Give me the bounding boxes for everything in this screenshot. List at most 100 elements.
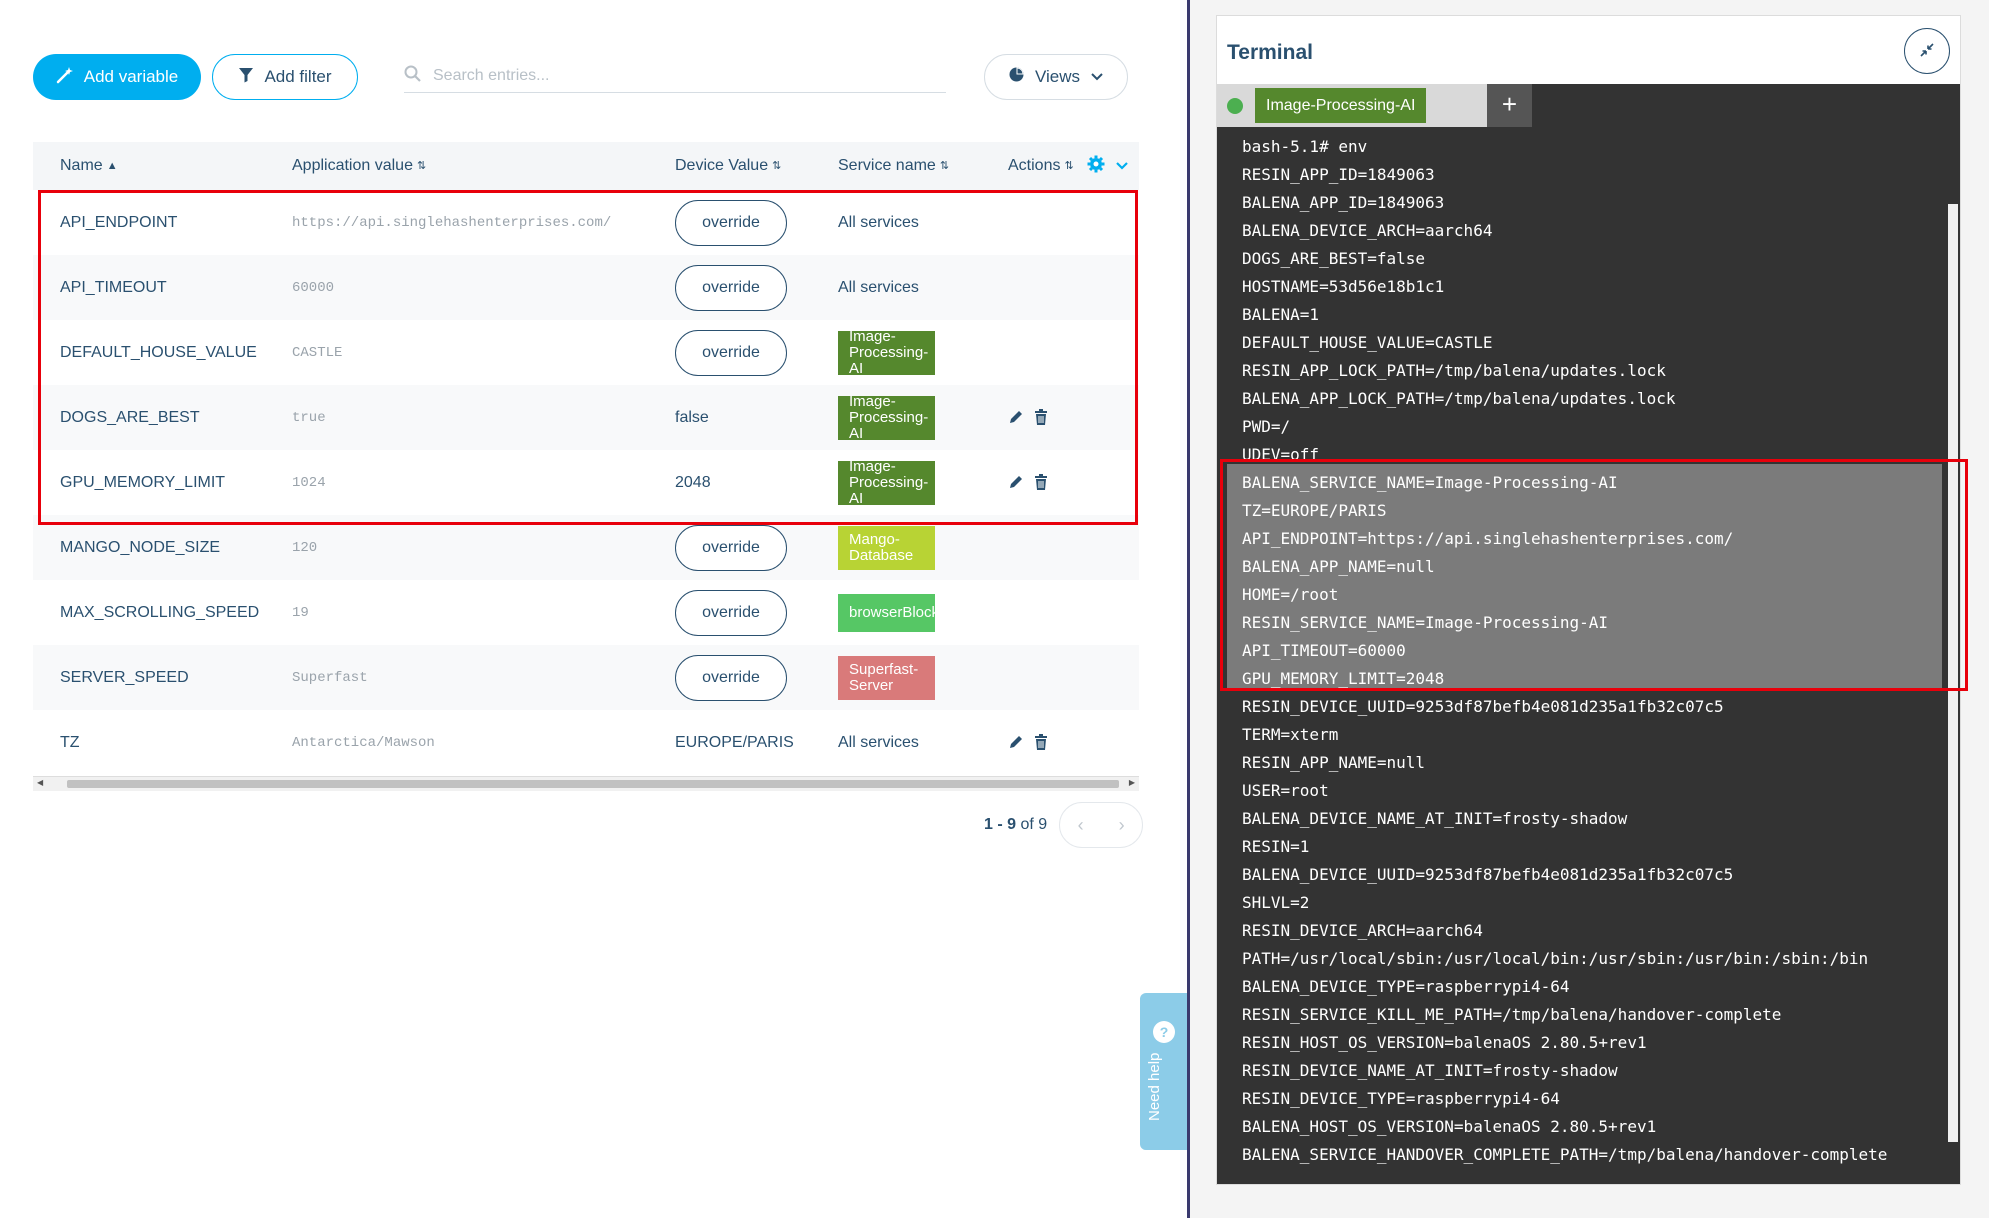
service-cell: Mango-Database bbox=[838, 515, 935, 580]
column-header-service-name-label: Service name bbox=[838, 157, 936, 174]
scrollbar-thumb[interactable] bbox=[67, 780, 1119, 788]
table-row[interactable]: API_ENDPOINT https://api.singlehashenterp… bbox=[33, 190, 1139, 255]
terminal-title: Terminal bbox=[1227, 41, 1313, 64]
terminal-line: RESIN_SERVICE_NAME=Image-Processing-AI bbox=[1242, 613, 1609, 632]
service-cell: browserBlock bbox=[838, 580, 939, 645]
terminal-line: RESIN_DEVICE_TYPE=raspberrypi4-64 bbox=[1242, 1089, 1560, 1108]
search-input[interactable] bbox=[431, 66, 915, 86]
override-button[interactable]: override bbox=[675, 264, 787, 311]
actions-cell bbox=[1008, 385, 1050, 450]
application-value: true bbox=[292, 409, 326, 426]
device-value: EUROPE/PARIS bbox=[675, 733, 794, 751]
pencil-icon[interactable] bbox=[1008, 734, 1024, 752]
column-header-name[interactable]: Name ▲ bbox=[60, 157, 118, 175]
terminal-line: BALENA_HOST_OS_VERSION=balenaOS 2.80.5+r… bbox=[1242, 1117, 1657, 1136]
chevron-down-icon bbox=[1115, 158, 1129, 176]
terminal-line: RESIN=1 bbox=[1242, 837, 1310, 856]
terminal-line: BALENA_DEVICE_NAME_AT_INIT=frosty-shadow bbox=[1242, 809, 1628, 828]
column-header-service-name[interactable]: Service name ⇅ bbox=[838, 157, 949, 175]
application-value: 120 bbox=[292, 539, 318, 556]
service-name: All services bbox=[838, 278, 919, 296]
column-settings-button[interactable] bbox=[1087, 155, 1129, 178]
table-row[interactable]: GPU_MEMORY_LIMIT 1024 2048 Image-Processing… bbox=[33, 450, 1139, 515]
device-value-cell: override bbox=[675, 515, 787, 580]
magic-wand-icon bbox=[56, 66, 74, 89]
terminal-line: RESIN_HOST_OS_VERSION=balenaOS 2.80.5+re… bbox=[1242, 1033, 1647, 1052]
trash-icon[interactable] bbox=[1034, 473, 1050, 492]
terminal-panel: Terminal Image-Processing-AI + bash-5.1#… bbox=[1190, 0, 1989, 1218]
column-header-device-value[interactable]: Device Value ⇅ bbox=[675, 157, 781, 175]
terminal-output[interactable]: bash-5.1# env RESIN_APP_ID=1849063 BALENA_… bbox=[1242, 133, 1887, 1169]
terminal-line: TZ=EUROPE/PARIS bbox=[1242, 501, 1387, 520]
actions-cell bbox=[1008, 450, 1050, 515]
scroll-left-icon[interactable]: ◀ bbox=[37, 778, 43, 787]
device-value-cell: override bbox=[675, 645, 787, 710]
chevron-right-icon[interactable]: › bbox=[1119, 815, 1125, 836]
table-row[interactable]: MANGO_NODE_SIZE 120 override Mango-Database bbox=[33, 515, 1139, 580]
need-help-tab[interactable]: ? Need help bbox=[1140, 993, 1187, 1150]
device-value-cell: override bbox=[675, 320, 787, 385]
terminal-tab[interactable]: Image-Processing-AI bbox=[1255, 88, 1427, 123]
collapse-terminal-button[interactable] bbox=[1904, 28, 1950, 74]
column-header-actions[interactable]: Actions ⇅ bbox=[1008, 157, 1074, 175]
service-name: All services bbox=[838, 733, 919, 751]
terminal-line: API_ENDPOINT=https://api.singlehashenter… bbox=[1242, 529, 1734, 548]
chevron-left-icon[interactable]: ‹ bbox=[1078, 815, 1084, 836]
table-row[interactable]: SERVER_SPEED Superfast override Superfast-S… bbox=[33, 645, 1139, 710]
table-row[interactable]: MAX_SCROLLING_SPEED 19 override browserBloc… bbox=[33, 580, 1139, 645]
table-row[interactable]: DEFAULT_HOUSE_VALUE CASTLE override Image-P… bbox=[33, 320, 1139, 385]
override-button[interactable]: override bbox=[675, 199, 787, 246]
trash-icon[interactable] bbox=[1034, 408, 1050, 427]
horizontal-scrollbar[interactable]: ◀ ▶ bbox=[33, 776, 1139, 791]
terminal-scrollbar[interactable] bbox=[1948, 204, 1958, 1142]
pencil-icon[interactable] bbox=[1008, 409, 1024, 427]
table-body: API_ENDPOINT https://api.singlehashenterp… bbox=[33, 190, 1139, 775]
sort-icon: ⇅ bbox=[1064, 159, 1074, 172]
table-row[interactable]: API_TIMEOUT 60000 override All services bbox=[33, 255, 1139, 320]
add-filter-label: Add filter bbox=[264, 67, 332, 86]
pencil-icon[interactable] bbox=[1008, 474, 1024, 492]
variable-name: DEFAULT_HOUSE_VALUE bbox=[60, 343, 257, 361]
column-header-application-value[interactable]: Application value ⇅ bbox=[292, 157, 426, 175]
collapse-icon bbox=[1920, 42, 1934, 60]
terminal-line: RESIN_DEVICE_NAME_AT_INIT=frosty-shadow bbox=[1242, 1061, 1618, 1080]
terminal-line: RESIN_DEVICE_UUID=9253df87befb4e081d235a… bbox=[1242, 697, 1724, 716]
terminal-line: BALENA_DEVICE_UUID=9253df87befb4e081d235… bbox=[1242, 865, 1734, 884]
device-value-cell: override bbox=[675, 190, 787, 255]
variable-name: GPU_MEMORY_LIMIT bbox=[60, 473, 226, 491]
views-label: Views bbox=[1034, 67, 1081, 86]
override-button[interactable]: override bbox=[675, 654, 787, 701]
terminal-body[interactable]: Image-Processing-AI + bash-5.1# env RESIN… bbox=[1217, 84, 1960, 1184]
terminal-line: RESIN_APP_ID=1849063 bbox=[1242, 165, 1435, 184]
column-header-actions-label: Actions bbox=[1008, 157, 1061, 174]
terminal-line: BALENA_DEVICE_ARCH=aarch64 bbox=[1242, 221, 1493, 240]
add-variable-label: Add variable bbox=[83, 67, 179, 86]
new-terminal-tab-button[interactable]: + bbox=[1487, 84, 1532, 127]
pie-chart-icon bbox=[1008, 66, 1025, 88]
add-filter-button[interactable]: Add filter bbox=[212, 54, 358, 100]
override-button[interactable]: override bbox=[675, 589, 787, 636]
table-header: Name ▲ Application value ⇅ Device Value … bbox=[33, 142, 1139, 190]
trash-icon[interactable] bbox=[1034, 733, 1050, 752]
application-value: Antarctica/Mawson bbox=[292, 734, 435, 751]
override-button[interactable]: override bbox=[675, 329, 787, 376]
service-tag: Superfast-Server bbox=[838, 655, 935, 700]
chevron-down-icon bbox=[1090, 67, 1104, 87]
table-row[interactable]: DOGS_ARE_BEST true false Image-Processing-A… bbox=[33, 385, 1139, 450]
add-variable-button[interactable]: Add variable bbox=[33, 54, 201, 100]
variable-name: API_ENDPOINT bbox=[60, 213, 178, 231]
scroll-right-icon[interactable]: ▶ bbox=[1129, 778, 1135, 787]
table-row[interactable]: TZ Antarctica/Mawson EUROPE/PARIS All servi… bbox=[33, 710, 1139, 775]
terminal-line: PATH=/usr/local/sbin:/usr/local/bin:/usr… bbox=[1242, 949, 1869, 968]
views-button[interactable]: Views bbox=[984, 54, 1128, 100]
service-cell: Superfast-Server bbox=[838, 645, 935, 710]
terminal-line: BALENA_DEVICE_TYPE=raspberrypi4-64 bbox=[1242, 977, 1570, 996]
variable-name: SERVER_SPEED bbox=[60, 668, 189, 686]
variable-name: MANGO_NODE_SIZE bbox=[60, 538, 221, 556]
override-button[interactable]: override bbox=[675, 524, 787, 571]
env-variables-panel: Add variable Add filter Views Name ▲ App… bbox=[0, 0, 1187, 1218]
variables-table: Name ▲ Application value ⇅ Device Value … bbox=[33, 142, 1139, 775]
terminal-line: BALENA_APP_ID=1849063 bbox=[1242, 193, 1445, 212]
sort-icon: ⇅ bbox=[939, 159, 950, 172]
column-header-name-label: Name bbox=[60, 157, 103, 174]
